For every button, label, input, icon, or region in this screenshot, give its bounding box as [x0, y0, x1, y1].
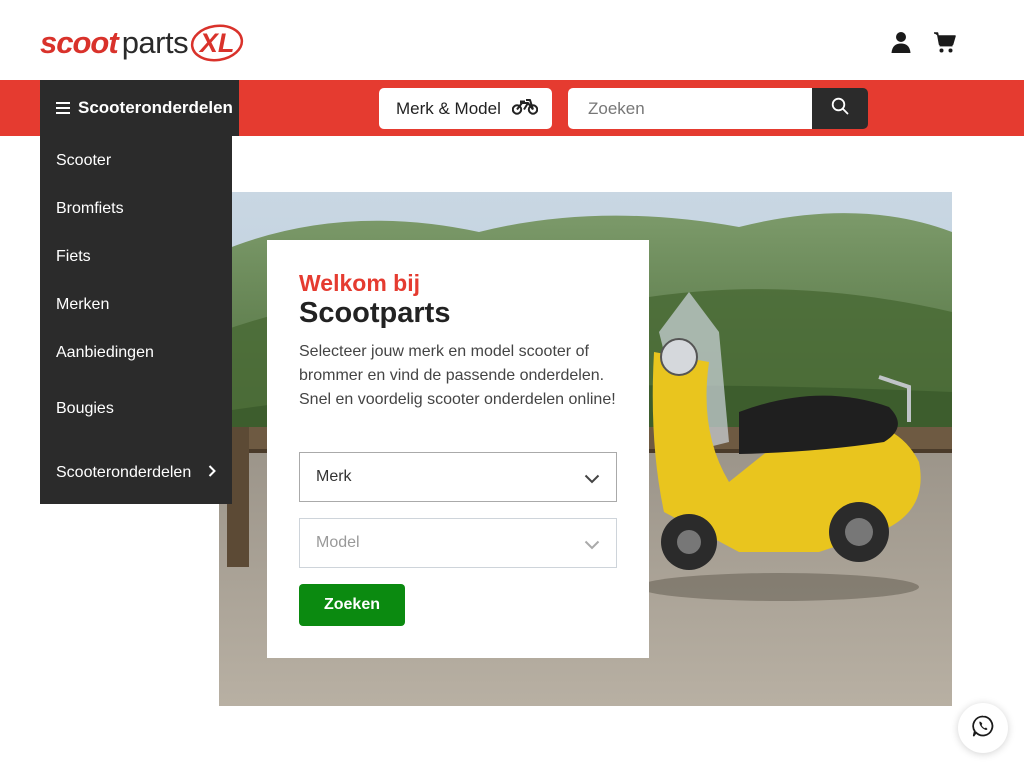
site-logo[interactable]: scoot parts XL — [40, 22, 244, 64]
logo-xl-badge: XL — [190, 23, 244, 63]
motorcycle-icon — [511, 97, 539, 120]
chevron-down-icon — [584, 537, 600, 555]
menu-item-scooter[interactable]: Scooter — [56, 152, 111, 170]
logo-text-parts: parts — [121, 25, 189, 60]
vehicle-search-card: Welkom bij Scootparts Selecteer jouw mer… — [267, 240, 649, 658]
hamburger-icon — [56, 102, 70, 114]
merk-select[interactable]: Merk — [299, 452, 617, 502]
menu-item-aanbiedingen[interactable]: Aanbiedingen — [56, 344, 154, 362]
menu-item-label: Scooteronderdelen — [56, 464, 192, 481]
merk-select-value: Merk — [316, 468, 352, 485]
categories-menu-button[interactable]: Scooteronderdelen — [40, 80, 239, 136]
brand-title: Scootparts — [299, 297, 451, 329]
intro-description: Selecteer jouw merk en model scooter of … — [299, 343, 616, 408]
search-button[interactable] — [812, 88, 868, 129]
categories-dropdown: Scooter Bromfiets Fiets Merken Aanbiedin… — [40, 136, 232, 504]
cart-icon[interactable] — [933, 30, 957, 54]
merk-model-label: Merk & Model — [396, 98, 501, 118]
submit-search-button[interactable]: Zoeken — [299, 584, 405, 626]
chevron-right-icon — [208, 464, 216, 482]
whatsapp-icon — [972, 715, 994, 742]
menu-item-fiets[interactable]: Fiets — [56, 248, 91, 266]
menu-item-bougies[interactable]: Bougies — [56, 400, 114, 418]
search-input[interactable] — [568, 88, 812, 129]
logo-text-xl: XL — [199, 27, 235, 58]
model-select[interactable]: Model — [299, 518, 617, 568]
chevron-down-icon — [584, 471, 600, 489]
merk-model-button[interactable]: Merk & Model — [379, 88, 552, 129]
logo-text-scoot: scoot — [40, 25, 119, 60]
welcome-text: Welkom bij — [299, 270, 420, 296]
user-icon[interactable] — [889, 30, 913, 54]
menu-item-bromfiets[interactable]: Bromfiets — [56, 200, 124, 218]
whatsapp-button[interactable] — [958, 703, 1008, 753]
search-icon — [831, 97, 849, 120]
menu-item-scooteronderdelen[interactable]: Scooteronderdelen — [56, 464, 216, 482]
menu-item-merken[interactable]: Merken — [56, 296, 109, 314]
model-select-value: Model — [316, 534, 360, 551]
categories-menu-label: Scooteronderdelen — [78, 98, 233, 117]
